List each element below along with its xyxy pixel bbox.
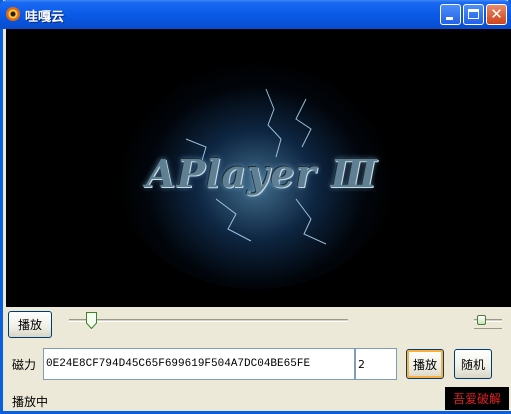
player-logo: APlayer Ⅲ	[146, 151, 378, 196]
app-window: 哇嘎云 ✕ APlayer Ⅲ 播放 磁力 0E24E8CF794D45C65F…	[0, 0, 511, 414]
minimize-button[interactable]	[440, 4, 461, 25]
control-panel: 播放 磁力 0E24E8CF794D45C65F699619F504A7DC04…	[6, 307, 511, 411]
maximize-icon	[468, 9, 479, 19]
volume-baseline	[474, 328, 502, 329]
watermark-badge: 吾爱破解	[445, 387, 509, 410]
play-button[interactable]: 播放	[8, 311, 52, 338]
index-input[interactable]: 2	[355, 348, 397, 380]
magnet-label: 磁力	[12, 358, 37, 372]
maximize-button[interactable]	[463, 4, 484, 25]
random-button[interactable]: 随机	[454, 349, 492, 379]
app-icon	[6, 7, 20, 21]
title-bar[interactable]: 哇嘎云 ✕	[0, 0, 511, 29]
close-button[interactable]: ✕	[486, 4, 507, 25]
magnet-play-button[interactable]: 播放	[406, 349, 444, 379]
seek-bar[interactable]	[69, 319, 348, 322]
close-icon: ✕	[490, 5, 503, 23]
seek-thumb[interactable]	[86, 312, 98, 329]
video-area[interactable]: APlayer Ⅲ	[6, 29, 511, 307]
minimize-icon	[446, 17, 453, 20]
status-text: 播放中	[12, 395, 49, 409]
window-title: 哇嘎云	[25, 10, 65, 25]
volume-thumb[interactable]	[476, 315, 486, 325]
magnet-input[interactable]: 0E24E8CF794D45C65F699619F504A7DC04BE65FE	[43, 348, 355, 380]
